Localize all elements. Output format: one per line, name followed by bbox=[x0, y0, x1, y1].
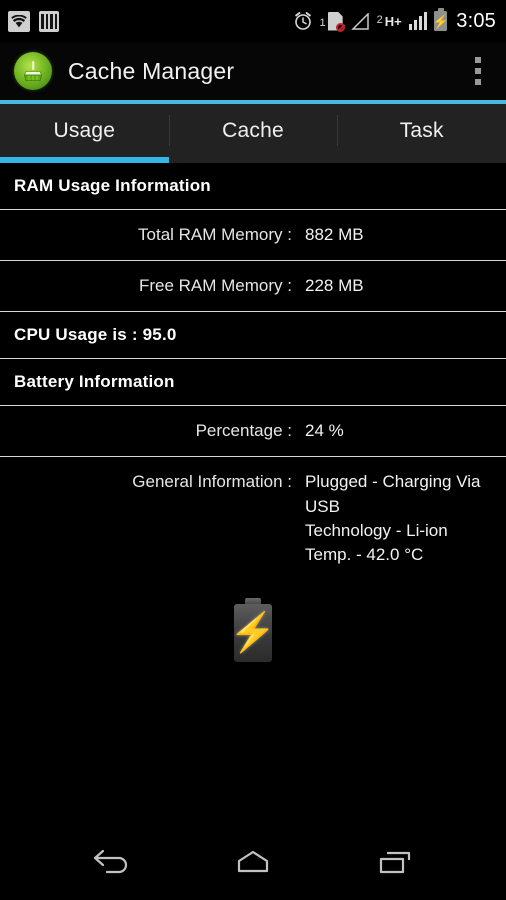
percentage-value: 24 % bbox=[305, 421, 344, 441]
tab-task-indicator bbox=[337, 157, 506, 163]
tab-bar: Usage Cache Task bbox=[0, 104, 506, 163]
general-information-value: Plugged - Charging Via USB Technology - … bbox=[305, 472, 481, 564]
tab-usage-label: Usage bbox=[53, 119, 116, 142]
usage-panel: RAM Usage Information Total RAM Memory :… bbox=[0, 163, 506, 824]
tab-cache[interactable]: Cache bbox=[168, 104, 338, 163]
battery-charging-icon: ⚡ bbox=[432, 11, 449, 31]
cpu-usage-title: CPU Usage is : 95.0 bbox=[14, 325, 177, 345]
battery-section-header: Battery Information bbox=[0, 359, 506, 407]
tab-usage-indicator bbox=[0, 157, 169, 163]
status-bar-left-icons bbox=[8, 10, 59, 32]
cpu-usage-row: CPU Usage is : 95.0 bbox=[0, 312, 506, 360]
battery-section-title: Battery Information bbox=[14, 372, 175, 392]
bolt-glyph: ⚡ bbox=[432, 13, 449, 29]
sim-card-no-service-icon: 1 bbox=[319, 11, 345, 32]
battery-percentage-row: Percentage : 24 % bbox=[0, 406, 506, 458]
network-type-indicator: 2 H+ bbox=[376, 13, 402, 29]
home-button[interactable] bbox=[217, 835, 289, 889]
broom-app-icon bbox=[14, 52, 52, 90]
free-ram-row: Free RAM Memory : 228 MB bbox=[0, 261, 506, 313]
status-bar-right-icons: 1 2 H+ ⚡ 3:05 bbox=[293, 10, 496, 33]
battery-charging-large-icon: ⚡ bbox=[229, 603, 277, 662]
tab-usage[interactable]: Usage bbox=[0, 104, 169, 163]
total-ram-label: Total RAM Memory : bbox=[138, 225, 292, 244]
free-ram-value: 228 MB bbox=[305, 276, 364, 296]
general-information-row: General Information : Plugged - Charging… bbox=[0, 457, 506, 580]
free-ram-label: Free RAM Memory : bbox=[138, 276, 292, 296]
alarm-clock-icon bbox=[293, 11, 313, 31]
wifi-icon bbox=[8, 10, 30, 32]
recent-apps-button[interactable] bbox=[359, 835, 431, 889]
android-screen: 1 2 H+ ⚡ 3:05 Cache Manager Usage Cache … bbox=[0, 0, 506, 900]
bolt-large-glyph: ⚡ bbox=[229, 611, 277, 654]
no-signal-triangle-icon bbox=[350, 11, 370, 30]
ram-section-header: RAM Usage Information bbox=[0, 163, 506, 210]
status-bar: 1 2 H+ ⚡ 3:05 bbox=[0, 0, 506, 42]
page-title: Cache Manager bbox=[68, 57, 235, 84]
action-bar: Cache Manager bbox=[0, 42, 506, 100]
back-button[interactable] bbox=[75, 835, 147, 889]
tab-task-label: Task bbox=[399, 119, 444, 142]
overflow-menu-icon[interactable] bbox=[456, 46, 500, 96]
network-type-label: H+ bbox=[384, 13, 402, 29]
sim-slot-number: 1 bbox=[319, 16, 326, 29]
navigation-bar bbox=[0, 824, 506, 900]
battery-figure: ⚡ bbox=[0, 580, 506, 662]
percentage-label: Percentage : bbox=[195, 421, 292, 441]
signal-strength-icon bbox=[408, 12, 428, 30]
general-information-label: General Information : bbox=[132, 472, 292, 492]
status-bar-clock: 3:05 bbox=[456, 9, 496, 32]
network-slot-number: 2 bbox=[376, 13, 383, 26]
tab-cache-label: Cache bbox=[222, 119, 284, 142]
tab-cache-indicator bbox=[169, 157, 338, 163]
sim-card-glyph bbox=[327, 11, 345, 32]
ram-section-title: RAM Usage Information bbox=[14, 176, 211, 195]
total-ram-row: Total RAM Memory : 882 MB bbox=[0, 210, 506, 262]
total-ram-value: 882 MB bbox=[305, 225, 364, 244]
tab-task[interactable]: Task bbox=[337, 104, 506, 163]
signal-bars-badge-icon bbox=[39, 10, 59, 32]
